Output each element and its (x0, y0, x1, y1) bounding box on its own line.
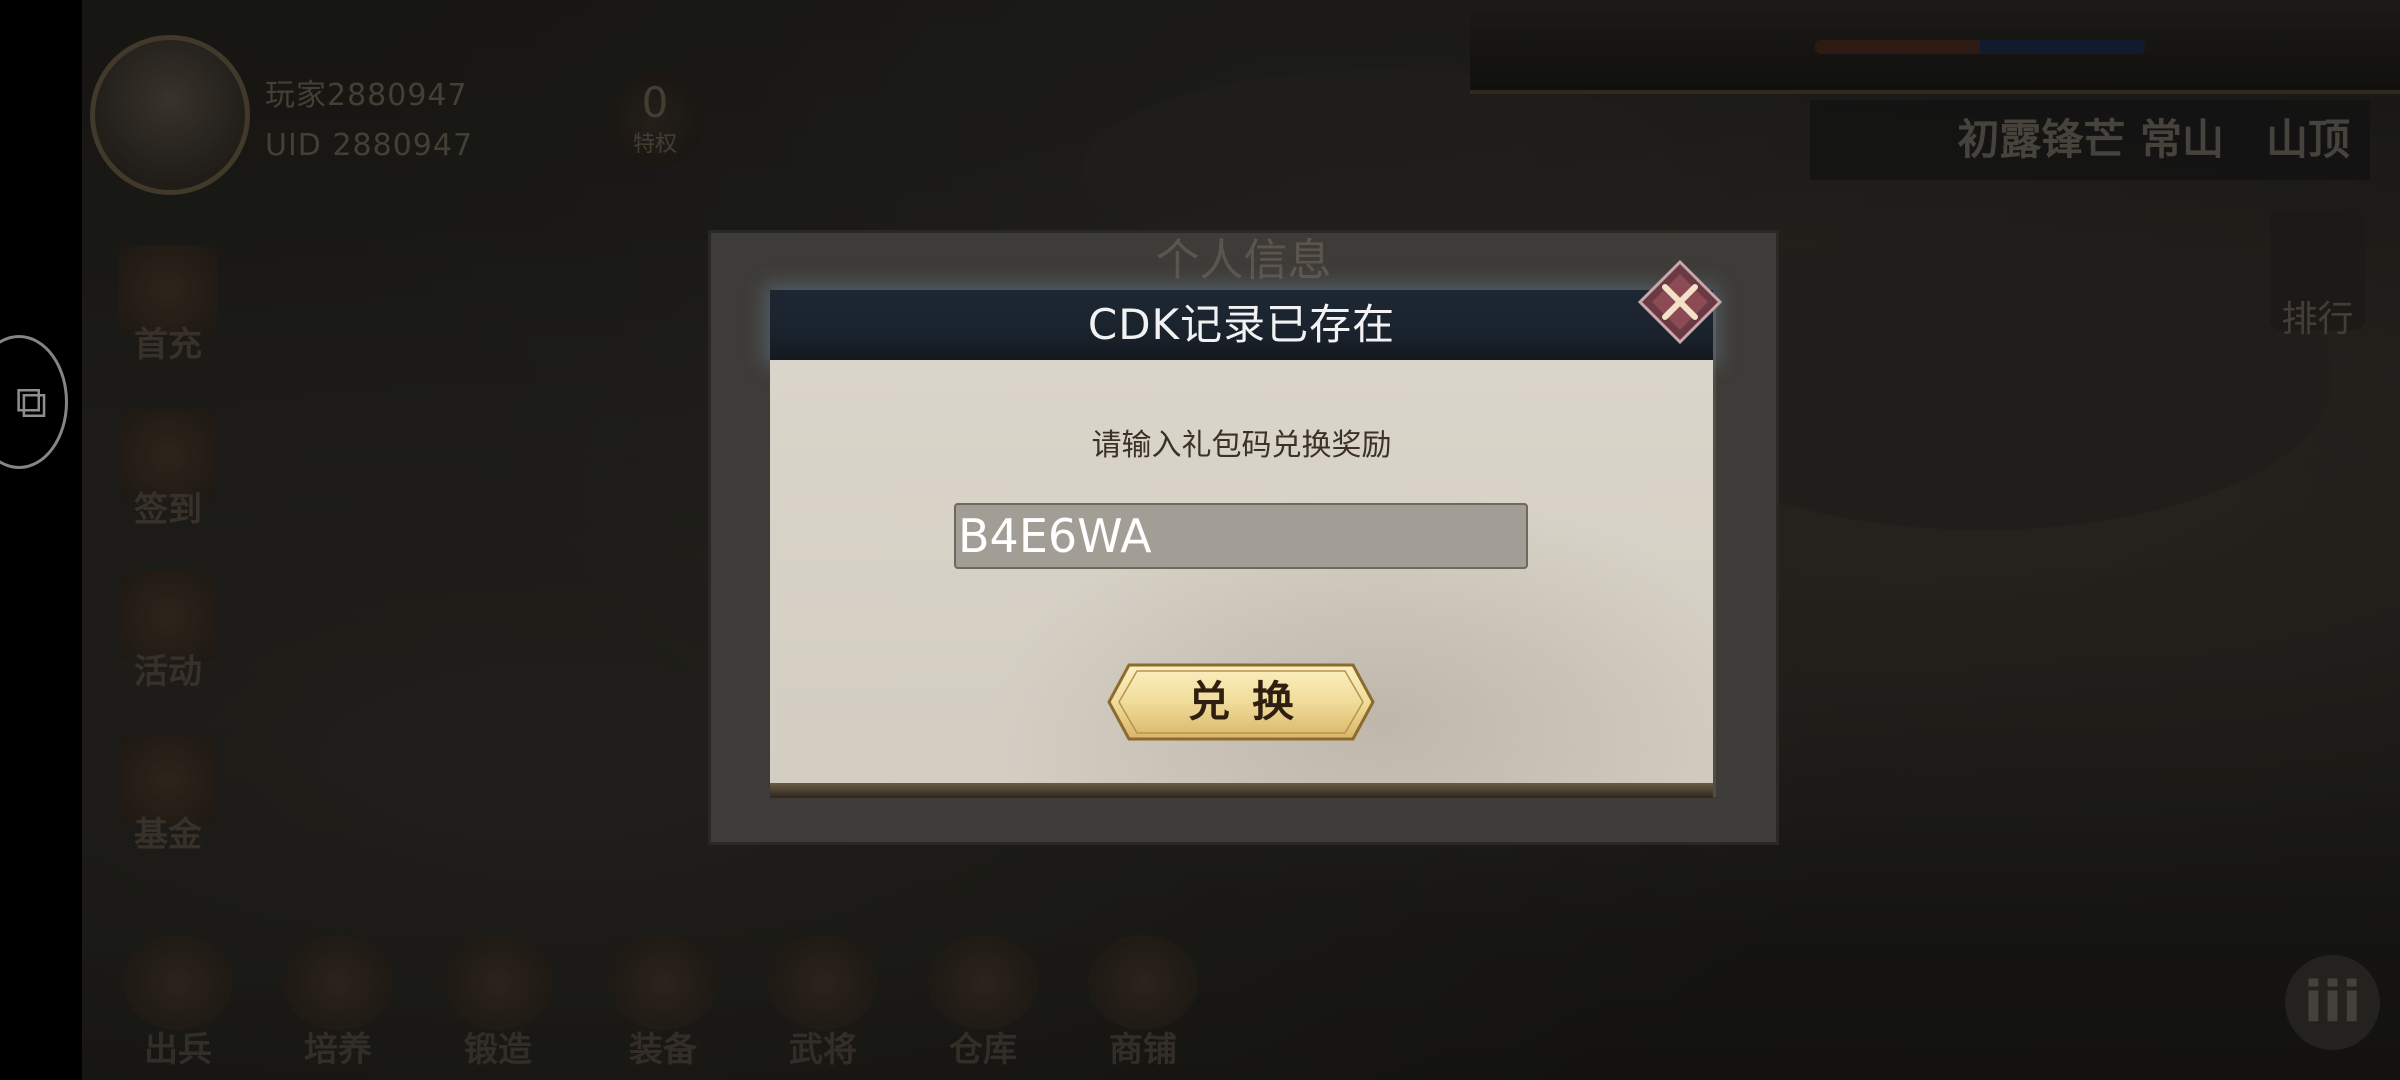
dialog-bottom-edge (770, 783, 1713, 798)
close-icon (1637, 259, 1723, 345)
redeem-button[interactable]: 兑换 (1107, 663, 1375, 741)
redeem-prompt: 请输入礼包码兑换奖励 (1091, 428, 1392, 463)
personal-info-title: 个人信息 (1155, 235, 1332, 286)
gift-code-input[interactable]: B4E6WA (954, 503, 1528, 569)
close-button[interactable] (1630, 252, 1730, 352)
dialog-title: CDK记录已存在 (1087, 300, 1396, 349)
redeem-button-label: 兑换 (1187, 677, 1316, 726)
cdk-dialog: CDK记录已存在 请输入礼包码兑换奖励 B4E6WA 兑换 (770, 290, 1713, 798)
